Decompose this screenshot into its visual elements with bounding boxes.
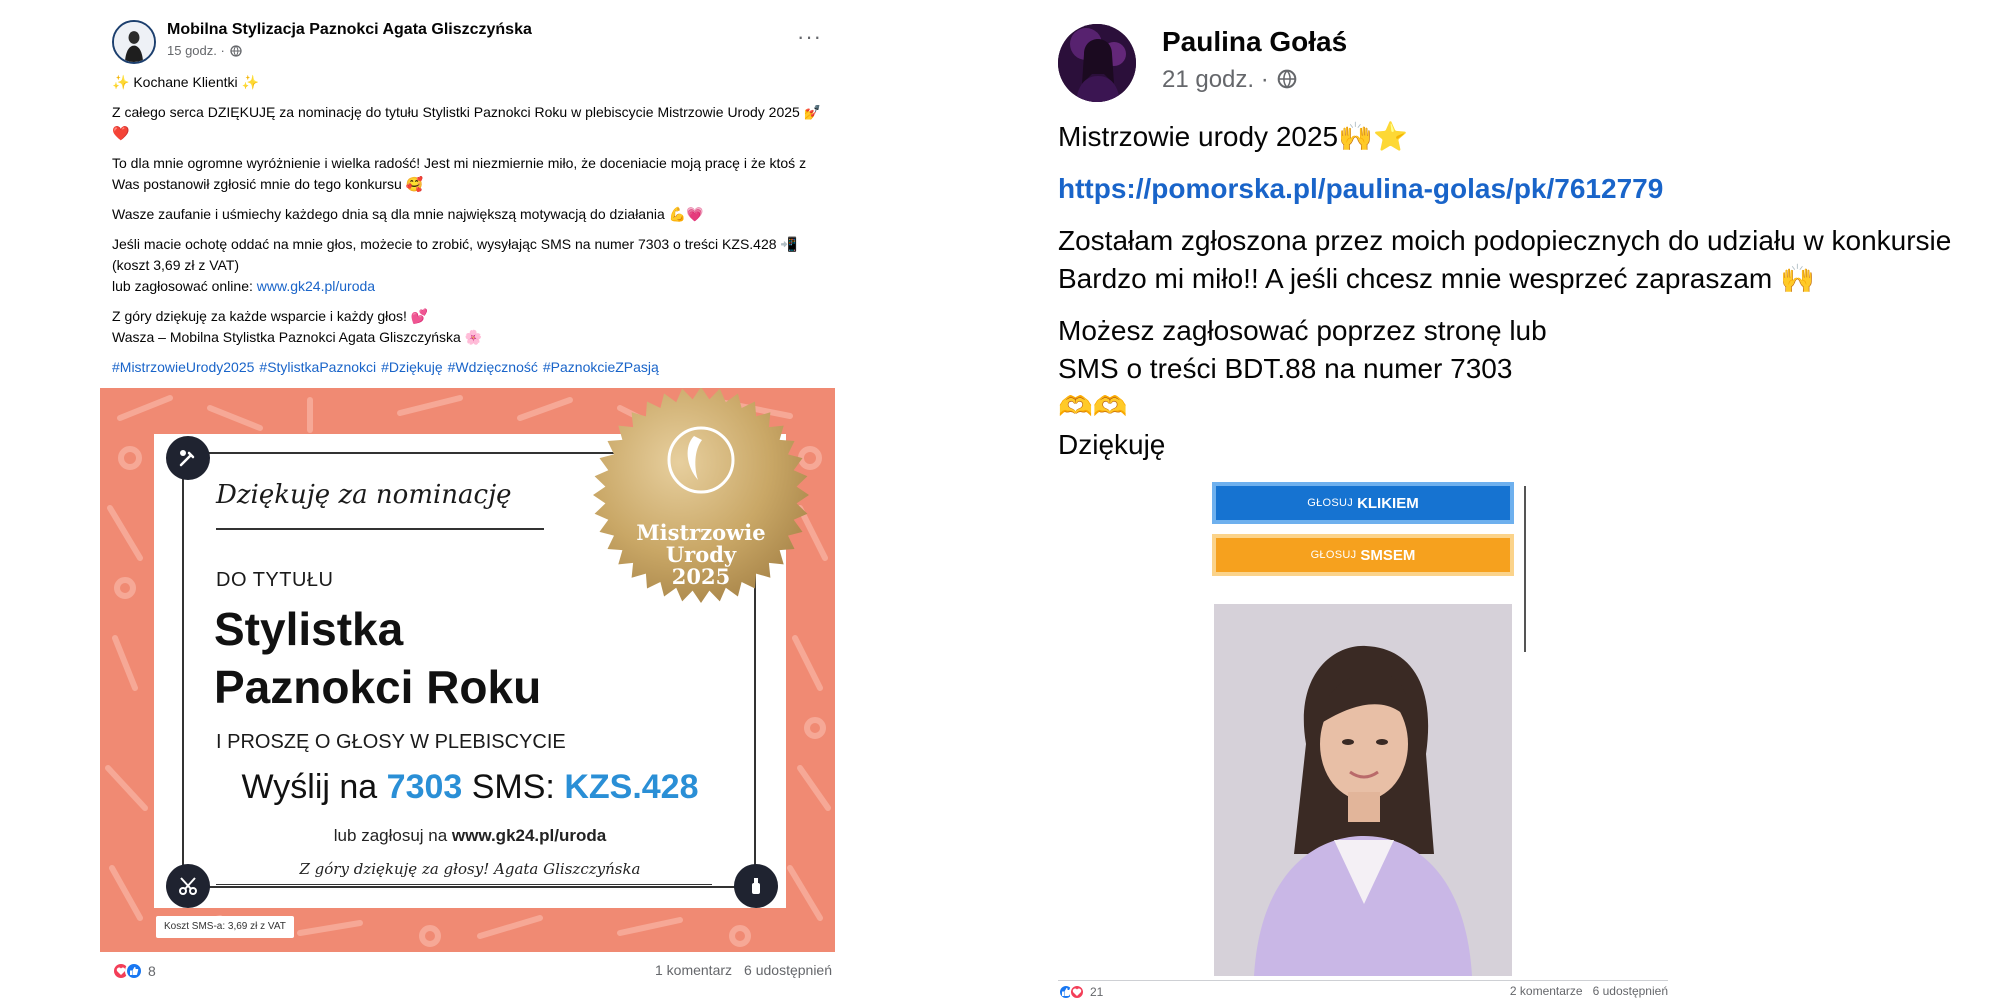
heart-reaction-icon: [1069, 984, 1085, 1000]
vote-sms-button[interactable]: GŁOSUJ SMSEM: [1212, 534, 1514, 576]
seal-text: Mistrzowie Urody 2025: [590, 522, 812, 588]
paragraph-2-line-1: Zostałam zgłoszona przez moich podopiecz…: [1058, 225, 1952, 256]
sms-prefix: Wyślij na: [241, 768, 387, 806]
reactions[interactable]: 8: [112, 962, 156, 980]
vote-sms-prefix: GŁOSUJ: [1310, 549, 1357, 561]
post-stats: 2 komentarze 6 udostępnień: [1500, 984, 1668, 998]
avatar-image: [114, 22, 154, 62]
time-label[interactable]: 15 godz. ·: [167, 43, 225, 58]
time-label[interactable]: 21 godz. ·: [1162, 66, 1269, 93]
vote-click-button[interactable]: GŁOSUJ KLIKIEM: [1212, 482, 1514, 524]
nomination-image[interactable]: Dziękuję za nominację DO TYTUŁU Stylistk…: [100, 388, 835, 952]
card-subtitle: DO TYTUŁU: [216, 569, 334, 591]
like-reaction-icon: [125, 962, 143, 980]
sms-cost-note: Koszt SMS-a: 3,69 zł z VAT: [156, 916, 294, 938]
online-vote-line: lub zagłosuj na www.gk24.pl/uroda: [154, 826, 786, 846]
paragraph-5: Z góry dziękuję za każde wsparcie i każd…: [112, 306, 832, 348]
reactions[interactable]: 21: [1058, 984, 1103, 1000]
globe-icon: [230, 45, 243, 57]
paragraph-4-line-1: Jeśli macie ochotę oddać na mnie głos, m…: [112, 236, 798, 273]
paragraph-1: Z całego serca DZIĘKUJĘ za nominację do …: [112, 104, 822, 141]
paragraph-3-line-2: SMS o treści BDT.88 na numer 7303: [1058, 353, 1513, 384]
vote-sms-main: SMSEM: [1360, 546, 1416, 564]
comments-count[interactable]: 1 komentarz: [655, 962, 732, 978]
globe-icon: [1278, 69, 1297, 89]
signature-rule: [216, 884, 712, 885]
left-post: Mobilna Stylizacja Paznokci Agata Gliszc…: [100, 0, 840, 1000]
hashtag[interactable]: #Dziękuję: [381, 359, 442, 375]
paragraph-3: Wasze zaufanie i uśmiechy każdego dnia s…: [112, 206, 704, 222]
post-time[interactable]: 15 godz. ·: [167, 43, 243, 58]
reactions-count: 8: [148, 963, 156, 979]
post-time[interactable]: 21 godz. ·: [1162, 66, 1297, 94]
signature: Z góry dziękuję za głosy! Agata Gliszczy…: [299, 860, 641, 878]
award-title-line-2: Paznokci Roku: [214, 661, 542, 713]
paragraph-3-line-4: Dziękuję: [1058, 429, 1166, 460]
comments-count[interactable]: 2 komentarze: [1510, 984, 1583, 998]
paragraph-2: To dla mnie ogromne wyróżnienie i wielka…: [112, 155, 807, 192]
hashtag[interactable]: #Wdzięczność: [448, 359, 538, 375]
paragraph-3-line-1: Możesz zagłosować poprzez stronę lub: [1058, 315, 1547, 346]
title-rule: [216, 528, 544, 530]
hashtags: #MistrzowieUrody2025 #StylistkaPaznokci #D…: [112, 357, 832, 378]
author-name[interactable]: Paulina Gołaś: [1162, 26, 1347, 58]
post-footer: 21 2 komentarze 6 udostępnień: [1058, 980, 1668, 1000]
post-text: Mistrzowie urody 2025🙌⭐ https://pomorska…: [1058, 118, 2000, 464]
seal-line-2: Urody: [665, 542, 737, 567]
paragraph-2-line-2: Bardzo mi miło!! A jeśli chcesz mnie wes…: [1058, 263, 1815, 294]
nail-polish-icon: [166, 436, 210, 480]
post-stats: 1 komentarz 6 udostępnień: [643, 962, 832, 978]
vote-link[interactable]: www.gk24.pl/uroda: [257, 278, 375, 294]
post-footer: 8 1 komentarz 6 udostępnień: [112, 960, 832, 984]
award-title-line-1: Stylistka: [214, 603, 404, 655]
paragraph-4: Jeśli macie ochotę oddać na mnie głos, m…: [112, 234, 832, 297]
paragraph-5-line-1: Z góry dziękuję za każde wsparcie i każd…: [112, 308, 429, 324]
paragraph-5-line-2: Wasza – Mobilna Stylistka Paznokci Agata…: [112, 329, 483, 345]
vote-request: I PROSZĘ O GŁOSY W PLEBISCYCIE: [216, 731, 566, 753]
post-header: Mobilna Stylizacja Paznokci Agata Gliszc…: [112, 20, 821, 64]
avatar[interactable]: [1058, 24, 1136, 102]
avatar-image: [1058, 24, 1136, 102]
online-prefix: lub zagłosuj na: [333, 826, 452, 845]
shares-count[interactable]: 6 udostępnień: [1593, 984, 1668, 998]
portrait-image: [1214, 604, 1512, 976]
sms-instruction: Wyślij na 7303 SMS: KZS.428: [154, 768, 786, 807]
hashtag[interactable]: #PaznokcieZPasją: [543, 359, 659, 375]
vote-click-prefix: GŁOSUJ: [1307, 497, 1354, 509]
shares-count[interactable]: 6 udostępnień: [744, 962, 832, 978]
sms-number: 7303: [386, 768, 463, 806]
article-link[interactable]: https://pomorska.pl/paulina-golas/pk/761…: [1058, 170, 2000, 208]
reactions-count: 21: [1090, 985, 1104, 999]
greeting: ✨ Kochane Klientki ✨: [112, 74, 259, 90]
paragraph-4-line-2: lub zagłosować online:: [112, 278, 257, 294]
more-options-icon[interactable]: ···: [797, 26, 822, 48]
profile-photo[interactable]: [1214, 604, 1512, 976]
scrollbar-track[interactable]: [1524, 486, 1526, 652]
right-post: Paulina Gołaś 21 godz. · Mistrzowie urod…: [1058, 0, 2000, 1000]
vote-click-main: KLIKIEM: [1357, 494, 1419, 512]
card-title: Dziękuję za nominację: [216, 480, 512, 510]
post-line-1: Mistrzowie urody 2025🙌⭐: [1058, 121, 1408, 152]
author-name[interactable]: Mobilna Stylizacja Paznokci Agata Gliszc…: [167, 21, 532, 39]
avatar[interactable]: [112, 20, 156, 64]
seal-line-3: 2025: [671, 564, 731, 589]
vote-widget: GŁOSUJ KLIKIEM GŁOSUJ SMSEM: [1212, 482, 1526, 976]
sms-mid: SMS:: [462, 768, 565, 806]
sms-code: KZS.428: [564, 768, 699, 806]
seal-line-1: Mistrzowie: [636, 520, 766, 545]
hashtag[interactable]: #MistrzowieUrody2025: [112, 359, 254, 375]
post-text: ✨ Kochane Klientki ✨ Z całego serca DZIĘ…: [112, 72, 832, 387]
online-url: www.gk24.pl/uroda: [451, 826, 607, 845]
paragraph-3-line-3: 🫶🫶: [1058, 391, 1128, 422]
hashtag[interactable]: #StylistkaPaznokci: [259, 359, 376, 375]
